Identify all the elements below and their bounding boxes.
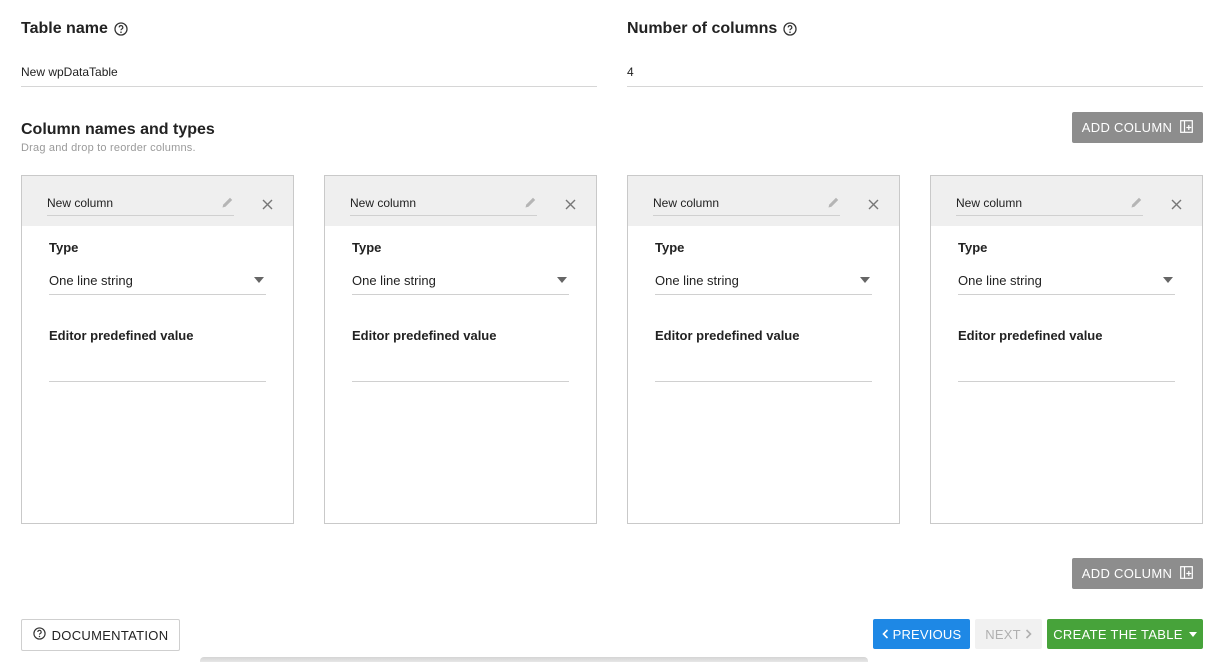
chevron-left-icon bbox=[881, 627, 889, 642]
column-card-header[interactable]: New column bbox=[22, 176, 293, 226]
type-select[interactable]: One line string bbox=[655, 267, 872, 295]
editor-predefined-value-input[interactable] bbox=[655, 354, 872, 382]
caret-down-icon bbox=[860, 277, 870, 283]
column-card-3[interactable]: New column Type One line string Editor p… bbox=[627, 175, 900, 524]
editor-predefined-value-label: Editor predefined value bbox=[655, 328, 800, 343]
bottom-scroll-shadow bbox=[200, 657, 868, 662]
column-card-header[interactable]: New column bbox=[325, 176, 596, 226]
type-label: Type bbox=[352, 240, 382, 255]
editor-predefined-value-input[interactable] bbox=[352, 354, 569, 382]
column-card-1[interactable]: New column Type One line string Editor p… bbox=[21, 175, 294, 524]
pencil-icon[interactable] bbox=[827, 196, 840, 209]
documentation-button[interactable]: DOCUMENTATION bbox=[21, 619, 180, 651]
table-name-input[interactable]: New wpDataTable bbox=[21, 57, 597, 87]
caret-down-icon bbox=[254, 277, 264, 283]
type-select[interactable]: One line string bbox=[352, 267, 569, 295]
type-select[interactable]: One line string bbox=[49, 267, 266, 295]
columns-section-title: Column names and types bbox=[21, 121, 215, 138]
add-column-button-top[interactable]: ADD COLUMN bbox=[1072, 112, 1203, 143]
column-name-input[interactable]: New column bbox=[47, 190, 234, 216]
editor-predefined-value-label: Editor predefined value bbox=[49, 328, 194, 343]
table-name-label: Table name bbox=[21, 20, 128, 38]
type-label: Type bbox=[958, 240, 988, 255]
help-icon[interactable] bbox=[783, 22, 797, 36]
caret-down-icon bbox=[1163, 277, 1173, 283]
columns-section-subtitle: Drag and drop to reorder columns. bbox=[21, 142, 196, 154]
close-icon[interactable] bbox=[262, 197, 273, 210]
column-card-header[interactable]: New column bbox=[931, 176, 1202, 226]
next-button[interactable]: NEXT bbox=[975, 619, 1042, 649]
caret-down-icon bbox=[1188, 631, 1197, 637]
help-icon bbox=[32, 627, 46, 643]
type-label: Type bbox=[655, 240, 685, 255]
add-column-button-bottom[interactable]: ADD COLUMN bbox=[1072, 558, 1203, 589]
column-card-2[interactable]: New column Type One line string Editor p… bbox=[324, 175, 597, 524]
help-icon[interactable] bbox=[114, 22, 128, 36]
pencil-icon[interactable] bbox=[1130, 196, 1143, 209]
column-card-header[interactable]: New column bbox=[628, 176, 899, 226]
editor-predefined-value-input[interactable] bbox=[958, 354, 1175, 382]
close-icon[interactable] bbox=[565, 197, 576, 210]
pencil-icon[interactable] bbox=[524, 196, 537, 209]
create-table-button[interactable]: CREATE THE TABLE bbox=[1047, 619, 1203, 649]
add-column-icon bbox=[1180, 119, 1194, 136]
editor-predefined-value-label: Editor predefined value bbox=[352, 328, 497, 343]
previous-button[interactable]: PREVIOUS bbox=[873, 619, 970, 649]
close-icon[interactable] bbox=[1171, 197, 1182, 210]
editor-predefined-value-input[interactable] bbox=[49, 354, 266, 382]
close-icon[interactable] bbox=[868, 197, 879, 210]
type-select[interactable]: One line string bbox=[958, 267, 1175, 295]
add-column-icon bbox=[1180, 565, 1194, 582]
column-name-input[interactable]: New column bbox=[956, 190, 1143, 216]
column-name-input[interactable]: New column bbox=[350, 190, 537, 216]
column-name-input[interactable]: New column bbox=[653, 190, 840, 216]
type-label: Type bbox=[49, 240, 79, 255]
chevron-right-icon bbox=[1025, 627, 1032, 642]
column-card-4[interactable]: New column Type One line string Editor p… bbox=[930, 175, 1203, 524]
editor-predefined-value-label: Editor predefined value bbox=[958, 328, 1103, 343]
caret-down-icon bbox=[557, 277, 567, 283]
pencil-icon[interactable] bbox=[221, 196, 234, 209]
number-of-columns-input[interactable]: 4 bbox=[627, 57, 1203, 87]
number-of-columns-label: Number of columns bbox=[627, 20, 797, 38]
